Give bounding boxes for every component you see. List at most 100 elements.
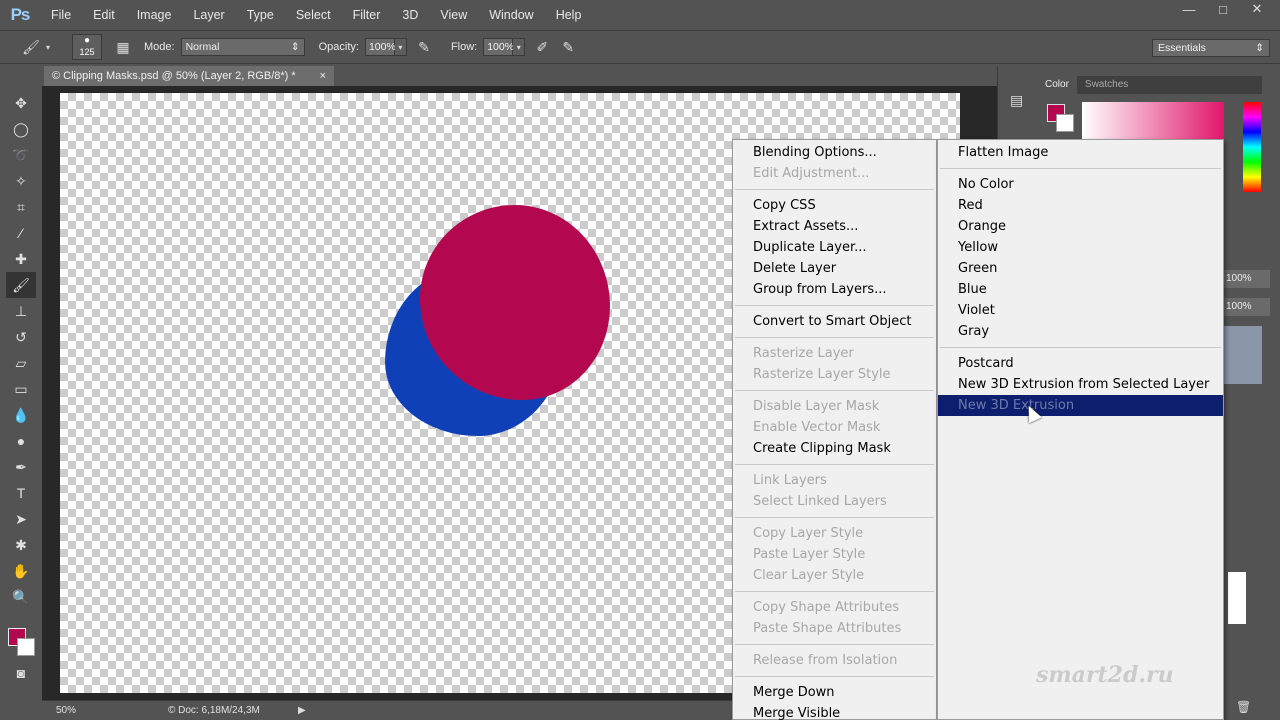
menu-view[interactable]: View	[429, 0, 478, 30]
history-panel-icon[interactable]: ▤	[1010, 92, 1037, 109]
menu-item-delete-layer[interactable]: Delete Layer	[733, 258, 936, 279]
doc-info: © Doc: 6,18M/24,3M	[168, 705, 260, 716]
menu-item-yellow[interactable]: Yellow	[938, 237, 1223, 258]
blur-tool-icon[interactable]: 💧	[6, 402, 36, 428]
menu-item-select-linked-layers: Select Linked Layers	[753, 494, 887, 509]
crop-tool-icon[interactable]: ⌗	[6, 194, 36, 220]
opacity-dropdown-icon[interactable]: ▾	[394, 38, 407, 56]
menu-help[interactable]: Help	[545, 0, 593, 30]
menu-item-violet[interactable]: Violet	[938, 300, 1223, 321]
menu-item-red[interactable]: Red	[938, 195, 1223, 216]
type-tool-icon[interactable]: T	[6, 480, 36, 506]
maximize-button[interactable]: □	[1206, 0, 1240, 18]
mode-label: Mode:	[144, 41, 175, 53]
zoom-level[interactable]: 50%	[42, 705, 88, 716]
menu-item-new-3d-extrusion-from-selected-layer[interactable]: New 3D Extrusion from Selected Layer	[938, 374, 1223, 395]
document-title: © Clipping Masks.psd @ 50% (Layer 2, RGB…	[52, 70, 296, 82]
menu-item-green[interactable]: Green	[938, 258, 1223, 279]
menu-layer[interactable]: Layer	[182, 0, 235, 30]
trash-icon[interactable]: 🗑	[1236, 700, 1251, 714]
hue-slider[interactable]	[1243, 102, 1261, 192]
tab-color[interactable]: Color	[1037, 76, 1077, 94]
clone-stamp-tool-icon[interactable]: ⊥	[6, 298, 36, 324]
pen-tool-icon[interactable]: ✒	[6, 454, 36, 480]
menu-item-copy-layer-style: Copy Layer Style	[753, 526, 864, 541]
menu-item-blending-options[interactable]: Blending Options...	[733, 142, 936, 163]
menu-item-rasterize-layer-style: Rasterize Layer Style	[753, 367, 891, 382]
tab-swatches[interactable]: Swatches	[1077, 76, 1136, 94]
flow-input[interactable]: 100%	[483, 38, 514, 56]
document-tab[interactable]: © Clipping Masks.psd @ 50% (Layer 2, RGB…	[44, 66, 334, 86]
workspace-select[interactable]: Essentials ⇕	[1152, 39, 1270, 57]
chevron-down-icon[interactable]: ▾	[42, 36, 54, 58]
menu-item-no-color[interactable]: No Color	[938, 174, 1223, 195]
menu-filter[interactable]: Filter	[342, 0, 392, 30]
brush-panel-icon[interactable]: ▦	[112, 36, 134, 58]
layer-row-selected[interactable]	[1224, 326, 1262, 384]
eraser-tool-icon[interactable]: ▱	[6, 350, 36, 376]
background-color[interactable]	[17, 638, 35, 656]
menu-item-rasterize-layer: Rasterize Layer	[753, 346, 854, 361]
airbrush-icon[interactable]: ✐	[531, 36, 553, 58]
pressure-size-icon[interactable]: ✎	[557, 36, 579, 58]
layer-context-submenu: Flatten Image No Color Red Orange Yellow Gree…	[937, 139, 1224, 720]
menu-item-disable-layer-mask: Disable Layer Mask	[753, 399, 880, 414]
eyedropper-tool-icon[interactable]: ⁄	[6, 220, 36, 246]
brush-size-picker[interactable]: ● 125	[72, 34, 102, 60]
menu-item-gray[interactable]: Gray	[938, 321, 1223, 342]
opacity-label: Opacity:	[318, 41, 359, 53]
close-tab-icon[interactable]: ×	[320, 70, 326, 82]
zoom-tool-icon[interactable]: 🔍	[6, 584, 36, 610]
flow-dropdown-icon[interactable]: ▾	[513, 38, 526, 56]
menu-item-paste-shape-attributes: Paste Shape Attributes	[753, 621, 902, 636]
hand-tool-icon[interactable]: ✋	[6, 558, 36, 584]
menu-item-create-clipping-mask[interactable]: Create Clipping Mask	[733, 438, 936, 459]
menu-item-postcard[interactable]: Postcard	[938, 353, 1223, 374]
menu-select[interactable]: Select	[285, 0, 342, 30]
menu-type[interactable]: Type	[236, 0, 285, 30]
tools-panel: ✥ ◯ ➰ ✧ ⌗ ⁄ ✚ 🖌 ⊥ ↺ ▱ ▭ 💧 ● ✒ T ➤ ✱ ✋ 🔍 …	[6, 90, 36, 700]
close-window-button[interactable]: ✕	[1240, 0, 1274, 18]
color-spectrum[interactable]	[1082, 102, 1224, 142]
play-arrow-icon[interactable]: ▶	[298, 705, 306, 716]
gradient-tool-icon[interactable]: ▭	[6, 376, 36, 402]
marquee-tool-icon[interactable]: ◯	[6, 116, 36, 142]
menu-item-copy-shape-attributes: Copy Shape Attributes	[753, 600, 900, 615]
lasso-tool-icon[interactable]: ➰	[6, 142, 36, 168]
history-brush-tool-icon[interactable]: ↺	[6, 324, 36, 350]
menu-image[interactable]: Image	[126, 0, 183, 30]
move-tool-icon[interactable]: ✥	[6, 90, 36, 116]
quick-mask-icon[interactable]: ◙	[6, 660, 36, 686]
menu-edit[interactable]: Edit	[82, 0, 126, 30]
menu-item-group-from-layers[interactable]: Group from Layers...	[733, 279, 936, 300]
menu-item-convert-to-smart-object[interactable]: Convert to Smart Object	[733, 311, 936, 332]
layer-fill-field[interactable]: 100%	[1222, 298, 1270, 316]
menu-window[interactable]: Window	[478, 0, 544, 30]
menu-item-blue[interactable]: Blue	[938, 279, 1223, 300]
menu-item-duplicate-layer[interactable]: Duplicate Layer...	[733, 237, 936, 258]
quick-select-tool-icon[interactable]: ✧	[6, 168, 36, 194]
mode-select[interactable]: Normal ⇕	[180, 38, 305, 56]
layer-thumbnail[interactable]	[1228, 572, 1246, 624]
menu-item-flatten-image[interactable]: Flatten Image	[938, 142, 1223, 163]
brush-tool-preset-icon[interactable]: 🖌	[20, 36, 42, 58]
workspace-value: Essentials	[1158, 42, 1206, 54]
menu-item-orange[interactable]: Orange	[938, 216, 1223, 237]
menu-item-extract-assets[interactable]: Extract Assets...	[733, 216, 936, 237]
shape-tool-icon[interactable]: ✱	[6, 532, 36, 558]
dodge-tool-icon[interactable]: ●	[6, 428, 36, 454]
path-selection-tool-icon[interactable]: ➤	[6, 506, 36, 532]
panel-background-color[interactable]	[1056, 114, 1074, 132]
menu-item-copy-css[interactable]: Copy CSS	[733, 195, 936, 216]
opacity-input[interactable]: 100%	[364, 38, 396, 56]
menu-3d[interactable]: 3D	[391, 0, 429, 30]
layer-opacity-field[interactable]: 100%	[1222, 270, 1270, 288]
brush-tool-icon[interactable]: 🖌	[6, 272, 36, 298]
healing-brush-tool-icon[interactable]: ✚	[6, 246, 36, 272]
minimize-button[interactable]: —	[1172, 0, 1206, 18]
pressure-opacity-icon[interactable]: ✎	[413, 36, 435, 58]
color-swatches	[6, 610, 36, 660]
menu-file[interactable]: File	[40, 0, 82, 30]
menu-item-merge-down[interactable]: Merge Down	[733, 682, 936, 703]
menu-item-merge-visible[interactable]: Merge Visible	[733, 703, 936, 720]
